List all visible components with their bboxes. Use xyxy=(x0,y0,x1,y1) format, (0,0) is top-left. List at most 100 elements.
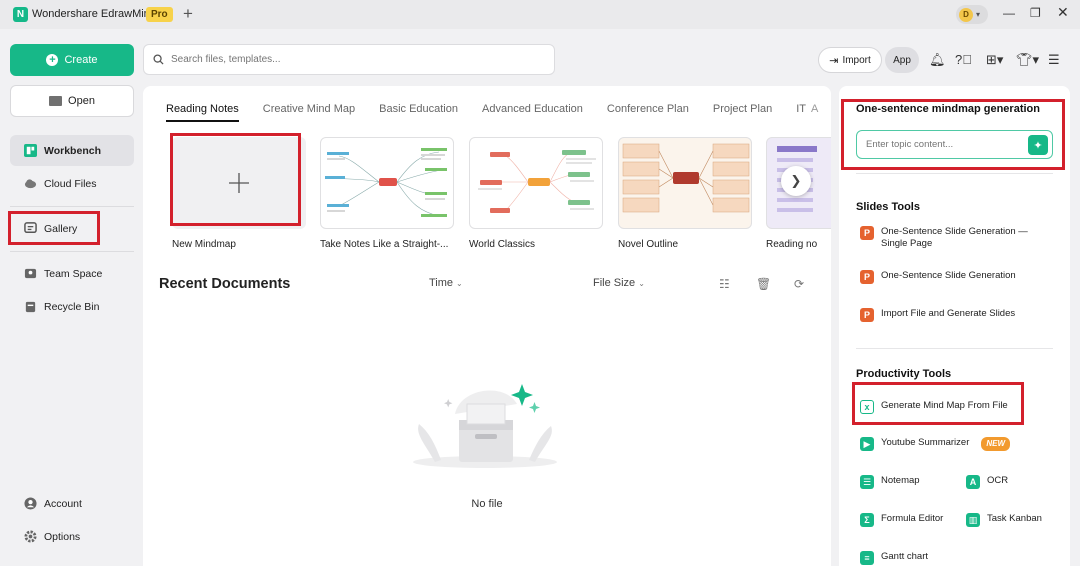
trash-icon[interactable]: 🗑︎ xyxy=(756,277,771,291)
youtube-icon: ▶ xyxy=(860,437,874,451)
sidebar-item-label: Account xyxy=(44,497,82,510)
topic-input[interactable] xyxy=(866,139,1016,150)
create-button[interactable]: + Create xyxy=(10,44,134,76)
template-card[interactable]: World Classics xyxy=(469,137,603,250)
tool-label: Generate Mind Map From File xyxy=(881,400,1008,411)
ocr-icon: A xyxy=(966,475,980,489)
app-label: App xyxy=(893,54,911,66)
tool-ocr[interactable]: A OCR xyxy=(966,475,1008,489)
user-menu[interactable]: D ▾ xyxy=(956,5,988,24)
main-panel: Reading Notes Creative Mind Map Basic Ed… xyxy=(143,86,831,566)
divider xyxy=(856,348,1053,349)
close-icon[interactable]: ✕ xyxy=(1057,4,1069,21)
minimize-icon[interactable]: — xyxy=(1003,6,1015,20)
tab-conference-plan[interactable]: Conference Plan xyxy=(607,103,689,122)
apps-grid-icon[interactable]: ⊞▾ xyxy=(986,52,1003,68)
open-label: Open xyxy=(68,95,95,107)
tool-task-kanban[interactable]: ▥ Task Kanban xyxy=(966,513,1042,527)
tab-it[interactable]: IT xyxy=(796,103,806,122)
tool-youtube-summarizer[interactable]: ▶ Youtube Summarizer NEW xyxy=(860,437,1011,451)
tool-slide-generation-single-page[interactable]: P One-Sentence Slide Generation — Single … xyxy=(860,226,1028,250)
gantt-icon: ≡ xyxy=(860,551,874,565)
productivity-tools-title: Productivity Tools xyxy=(856,368,952,380)
app-button[interactable]: App xyxy=(885,47,919,73)
template-thumbnail xyxy=(320,137,454,229)
open-button[interactable]: Open xyxy=(10,85,134,117)
tool-label: One-Sentence Slide Generation — Single Pa… xyxy=(881,226,1028,250)
sort-by-file-size[interactable]: File Size ⌄ xyxy=(593,277,645,289)
edrawmind-logo-icon: N xyxy=(13,7,28,22)
theme-icon[interactable]: 👕︎▾ xyxy=(1016,52,1039,68)
avatar: D xyxy=(959,7,973,22)
refresh-icon[interactable]: ⟳ xyxy=(794,277,804,291)
tool-gantt-chart[interactable]: ≡ Gantt chart xyxy=(860,551,928,565)
tool-label-line1: One-Sentence Slide Generation — xyxy=(881,226,1028,237)
template-card-new-mindmap[interactable]: New Mindmap xyxy=(172,137,306,250)
divider xyxy=(10,251,134,252)
sidebar-item-cloud-files[interactable]: Cloud Files xyxy=(10,168,134,199)
tool-label: Youtube Summarizer xyxy=(881,437,970,448)
sort-time-label: Time xyxy=(429,277,454,289)
next-templates-button[interactable]: ❯ xyxy=(781,166,811,196)
app-title: Wondershare EdrawMind xyxy=(32,8,156,20)
chevron-down-icon: ▾ xyxy=(976,10,981,19)
tool-formula-editor[interactable]: Σ Formula Editor xyxy=(860,513,943,527)
tool-label-line2: Single Page xyxy=(881,238,933,249)
topic-input-box[interactable]: ✦ xyxy=(856,130,1053,159)
template-card[interactable]: Take Notes Like a Straight-... xyxy=(320,137,454,250)
sidebar-item-workbench[interactable]: Workbench xyxy=(10,135,134,166)
import-button[interactable]: ⇥ Import xyxy=(818,47,882,73)
template-label: Take Notes Like a Straight-... xyxy=(320,239,449,250)
tab-advanced-education[interactable]: Advanced Education xyxy=(482,103,583,122)
tab-reading-notes[interactable]: Reading Notes xyxy=(166,103,239,122)
template-card[interactable]: Novel Outline xyxy=(618,137,752,250)
divider xyxy=(10,206,134,207)
sidebar-item-label: Cloud Files xyxy=(44,177,97,190)
tab-creative-mind-map[interactable]: Creative Mind Map xyxy=(263,103,355,122)
tab-basic-education[interactable]: Basic Education xyxy=(379,103,458,122)
sort-by-time[interactable]: Time ⌄ xyxy=(429,277,463,289)
recent-documents-title: Recent Documents xyxy=(159,276,291,292)
generate-sparkle-button[interactable]: ✦ xyxy=(1028,135,1048,155)
sidebar-item-options[interactable]: Options xyxy=(10,521,134,552)
help-icon[interactable]: ?⃝ xyxy=(955,52,972,67)
tool-label: Notemap xyxy=(881,475,920,486)
list-view-icon[interactable]: ☷ xyxy=(719,277,730,291)
sidebar-item-account[interactable]: Account xyxy=(10,488,134,519)
slides-icon: P xyxy=(860,226,874,240)
options-icon xyxy=(24,530,37,543)
folder-icon xyxy=(49,96,63,106)
slides-icon: P xyxy=(860,270,874,284)
sort-size-label: File Size xyxy=(593,277,636,289)
tool-slide-generation[interactable]: P One-Sentence Slide Generation xyxy=(860,270,1016,284)
search-input[interactable] xyxy=(171,54,531,65)
sidebar-item-recycle-bin[interactable]: Recycle Bin xyxy=(10,291,134,322)
sidebar-item-gallery[interactable]: Gallery xyxy=(10,213,134,244)
search-icon xyxy=(153,54,164,65)
template-thumbnail xyxy=(618,137,752,229)
bell-icon[interactable]: 🔔︎ xyxy=(929,52,946,68)
tool-label: Task Kanban xyxy=(987,513,1042,524)
tool-notemap[interactable]: ☰ Notemap xyxy=(860,475,920,489)
cloud-icon xyxy=(24,179,37,189)
sidebar-item-team-space[interactable]: Team Space xyxy=(10,258,134,289)
divider xyxy=(856,173,1053,174)
import-label: Import xyxy=(842,54,871,66)
restore-icon[interactable]: ❐ xyxy=(1030,6,1041,20)
empty-state-text: No file xyxy=(471,498,503,510)
chevron-down-icon: ⌄ xyxy=(456,279,463,288)
create-label: Create xyxy=(64,54,98,66)
menu-collapse-icon[interactable]: ☰ xyxy=(1048,52,1060,68)
new-mindmap-thumbnail[interactable] xyxy=(172,137,306,229)
formula-icon: Σ xyxy=(860,513,874,527)
tool-generate-mind-map-from-file[interactable]: x Generate Mind Map From File xyxy=(860,400,1008,414)
workbench-icon xyxy=(24,144,37,157)
notemap-icon: ☰ xyxy=(860,475,874,489)
tool-import-file-generate-slides[interactable]: P Import File and Generate Slides xyxy=(860,308,1015,322)
team-icon xyxy=(24,268,37,279)
tab-overflow[interactable]: A xyxy=(811,103,818,115)
search-bar[interactable] xyxy=(143,44,555,75)
tab-project-plan[interactable]: Project Plan xyxy=(713,103,772,122)
new-tab-icon[interactable]: + xyxy=(183,4,193,24)
new-badge: NEW xyxy=(981,437,1011,451)
